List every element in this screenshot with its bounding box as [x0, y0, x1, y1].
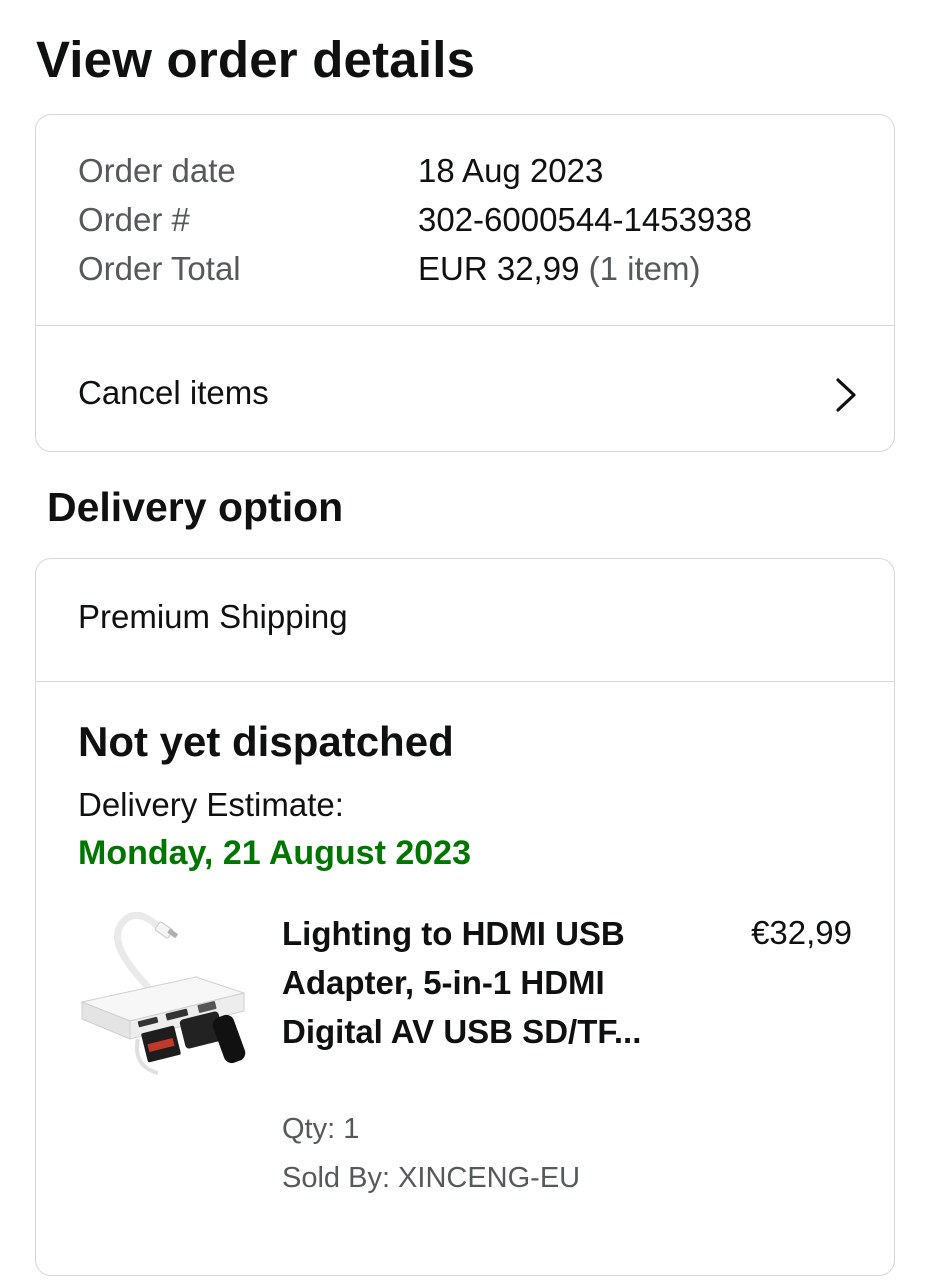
product-price: €32,99: [751, 914, 852, 951]
delivery-card: Premium Shipping Not yet dispatched Deli…: [35, 558, 895, 1276]
chevron-right-icon: [836, 378, 856, 412]
order-summary-rows: Order date 18 Aug 2023 Order # 302-60005…: [78, 151, 752, 298]
order-item-count: (1 item): [588, 250, 701, 287]
product-title-link[interactable]: Lighting to HDMI USB Adapter, 5-in-1 HDM…: [282, 909, 672, 1056]
cancel-items-label: Cancel items: [78, 374, 269, 411]
delivery-section-title: Delivery option: [47, 484, 344, 530]
cancel-items-button[interactable]: Cancel items: [36, 327, 894, 451]
order-number-row: Order # 302-6000544-1453938: [78, 200, 752, 249]
order-total-value-wrap: EUR 32,99 (1 item): [418, 249, 700, 298]
order-date-label: Order date: [78, 152, 236, 189]
delivery-estimate-date: Monday, 21 August 2023: [78, 834, 471, 872]
order-total-row: Order Total EUR 32,99 (1 item): [78, 249, 752, 298]
delivery-estimate-label: Delivery Estimate:: [78, 786, 344, 823]
order-date-row: Order date 18 Aug 2023: [78, 151, 752, 200]
order-number-value: 302-6000544-1453938: [418, 201, 752, 238]
hdmi-usb-adapter-image[interactable]: [78, 907, 250, 1087]
summary-divider: [36, 325, 894, 326]
order-date-value: 18 Aug 2023: [418, 152, 604, 189]
shipping-method: Premium Shipping: [78, 598, 348, 635]
order-total-label: Order Total: [78, 250, 241, 287]
page-title: View order details: [36, 31, 476, 88]
shipment-status: Not yet dispatched: [78, 718, 454, 765]
order-total-value: EUR 32,99: [418, 250, 580, 287]
order-summary-card: Order date 18 Aug 2023 Order # 302-60005…: [35, 114, 895, 452]
order-number-label: Order #: [78, 201, 190, 238]
product-quantity: Qty: 1: [282, 1113, 360, 1145]
delivery-divider: [36, 681, 894, 682]
product-seller: Sold By: XINCENG-EU: [282, 1162, 581, 1194]
